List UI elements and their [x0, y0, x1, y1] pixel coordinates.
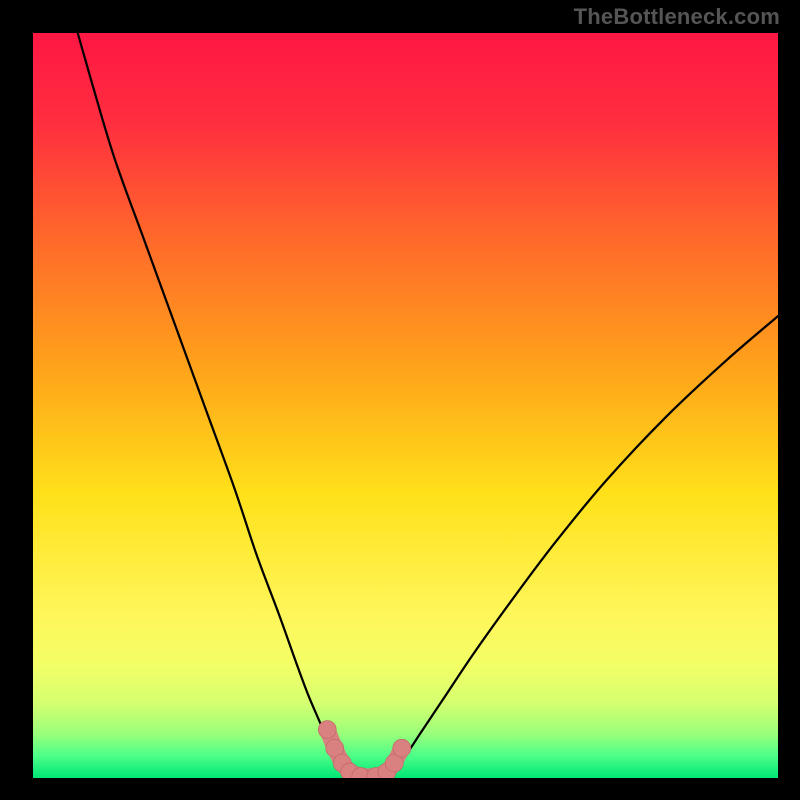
gradient-background	[33, 33, 778, 778]
attribution-text: TheBottleneck.com	[574, 4, 780, 30]
chart-frame: TheBottleneck.com	[0, 0, 800, 800]
plot-area	[33, 33, 778, 778]
marker-dot	[318, 721, 336, 739]
plot-svg	[33, 33, 778, 778]
marker-dot	[393, 739, 411, 757]
